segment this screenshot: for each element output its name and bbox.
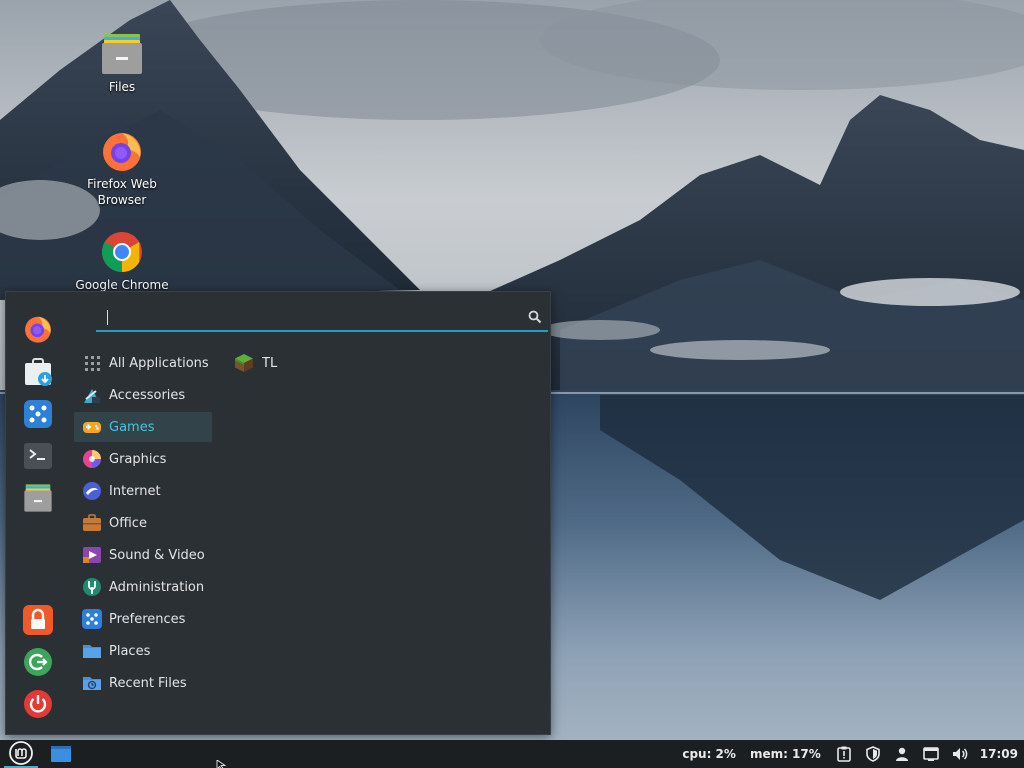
category-label: Office xyxy=(109,515,147,531)
category-label: Internet xyxy=(109,483,161,499)
gamepad-icon xyxy=(83,422,101,433)
text-cursor xyxy=(107,310,108,325)
bottom-panel: cpu: 2% mem: 17% 17:09 xyxy=(0,740,1024,768)
category-graphics[interactable]: Graphics xyxy=(74,444,212,474)
category-label: Places xyxy=(109,643,151,659)
firefox-icon xyxy=(25,316,51,343)
desktop-icon-label: Google Chrome xyxy=(75,278,169,292)
search-input[interactable] xyxy=(104,308,504,328)
terminal-icon xyxy=(24,443,52,469)
mouse-pointer-icon xyxy=(216,760,227,768)
menu-search xyxy=(96,304,548,332)
category-accessories[interactable]: Accessories xyxy=(74,380,212,410)
accessories-icon xyxy=(84,389,100,403)
folder-icon xyxy=(102,34,142,74)
logout-icon xyxy=(24,648,52,676)
recent-icon xyxy=(83,677,101,690)
app-label: TL xyxy=(262,355,278,371)
category-internet[interactable]: Internet xyxy=(74,476,212,506)
category-recent-files[interactable]: Recent Files xyxy=(74,668,212,698)
desktop-icon-label: Firefox Web Browser xyxy=(87,177,157,207)
system-tray: cpu: 2% mem: 17% 17:09 xyxy=(682,740,1024,768)
shutdown-button[interactable] xyxy=(22,688,54,720)
favorite-settings[interactable] xyxy=(22,398,54,430)
graphics-icon xyxy=(83,450,101,468)
clipboard-alert-icon xyxy=(836,746,851,762)
volume-icon xyxy=(952,748,968,760)
grass-block-icon xyxy=(235,354,253,372)
network-applet[interactable] xyxy=(922,745,940,763)
logout-button[interactable] xyxy=(22,646,54,678)
app-item-tl[interactable]: TL xyxy=(234,348,277,378)
briefcase-icon xyxy=(83,514,101,531)
volume-applet[interactable] xyxy=(951,745,969,763)
category-office[interactable]: Office xyxy=(74,508,212,538)
category-places[interactable]: Places xyxy=(74,636,212,666)
linux-mint-icon xyxy=(9,741,33,765)
favorite-terminal[interactable] xyxy=(22,440,54,472)
desktop-icon-firefox[interactable]: Firefox Web Browser xyxy=(72,129,172,208)
security-button[interactable] xyxy=(864,745,882,763)
category-administration[interactable]: Administration xyxy=(74,572,212,602)
category-label: Administration xyxy=(109,579,205,595)
desktop-icon-chrome[interactable]: Google Chrome xyxy=(72,230,172,293)
category-label: Games xyxy=(109,419,155,435)
favorite-files[interactable] xyxy=(22,482,54,514)
category-label: Sound & Video xyxy=(109,547,205,563)
folder-icon xyxy=(24,484,52,512)
cpu-monitor[interactable]: cpu: 2% xyxy=(682,747,736,761)
favorite-software-manager[interactable] xyxy=(22,356,54,388)
chrome-icon xyxy=(102,232,142,272)
category-label: Accessories xyxy=(109,387,186,403)
category-preferences[interactable]: Preferences xyxy=(74,604,212,634)
clock[interactable]: 17:09 xyxy=(980,747,1018,761)
desktop-icon-files[interactable]: Files xyxy=(72,32,172,95)
category-label: Recent Files xyxy=(109,675,187,691)
category-all-applications[interactable]: All Applications xyxy=(74,348,212,378)
favorites-sidebar xyxy=(6,292,70,734)
category-label: Graphics xyxy=(109,451,167,467)
folder-icon xyxy=(83,645,101,658)
settings-icon xyxy=(24,400,52,428)
software-manager-icon xyxy=(25,358,52,386)
category-games[interactable]: Games xyxy=(74,412,212,442)
firefox-icon xyxy=(103,133,141,171)
category-label: Preferences xyxy=(109,611,186,627)
menu-button[interactable] xyxy=(4,740,38,768)
grid-icon xyxy=(85,356,100,371)
category-sound-video[interactable]: Sound & Video xyxy=(74,540,212,570)
power-icon xyxy=(24,690,52,718)
update-manager-button[interactable] xyxy=(835,745,853,763)
lock-icon xyxy=(23,605,53,635)
user-applet[interactable] xyxy=(893,745,911,763)
category-label: All Applications xyxy=(109,355,209,371)
user-icon xyxy=(895,747,908,761)
memory-monitor[interactable]: mem: 17% xyxy=(750,747,821,761)
admin-icon xyxy=(83,578,101,596)
preferences-icon xyxy=(82,609,102,629)
show-desktop-icon[interactable] xyxy=(50,745,72,763)
desktop-icon-label: Files xyxy=(108,80,136,94)
favorite-firefox[interactable] xyxy=(22,313,54,345)
internet-icon xyxy=(83,482,101,500)
lock-screen-button[interactable] xyxy=(22,604,54,636)
application-menu: All Applications Accessories Games Graph… xyxy=(5,291,551,735)
network-icon xyxy=(922,747,939,761)
search-icon xyxy=(528,310,542,324)
shield-icon xyxy=(865,746,880,762)
media-icon xyxy=(83,547,101,563)
